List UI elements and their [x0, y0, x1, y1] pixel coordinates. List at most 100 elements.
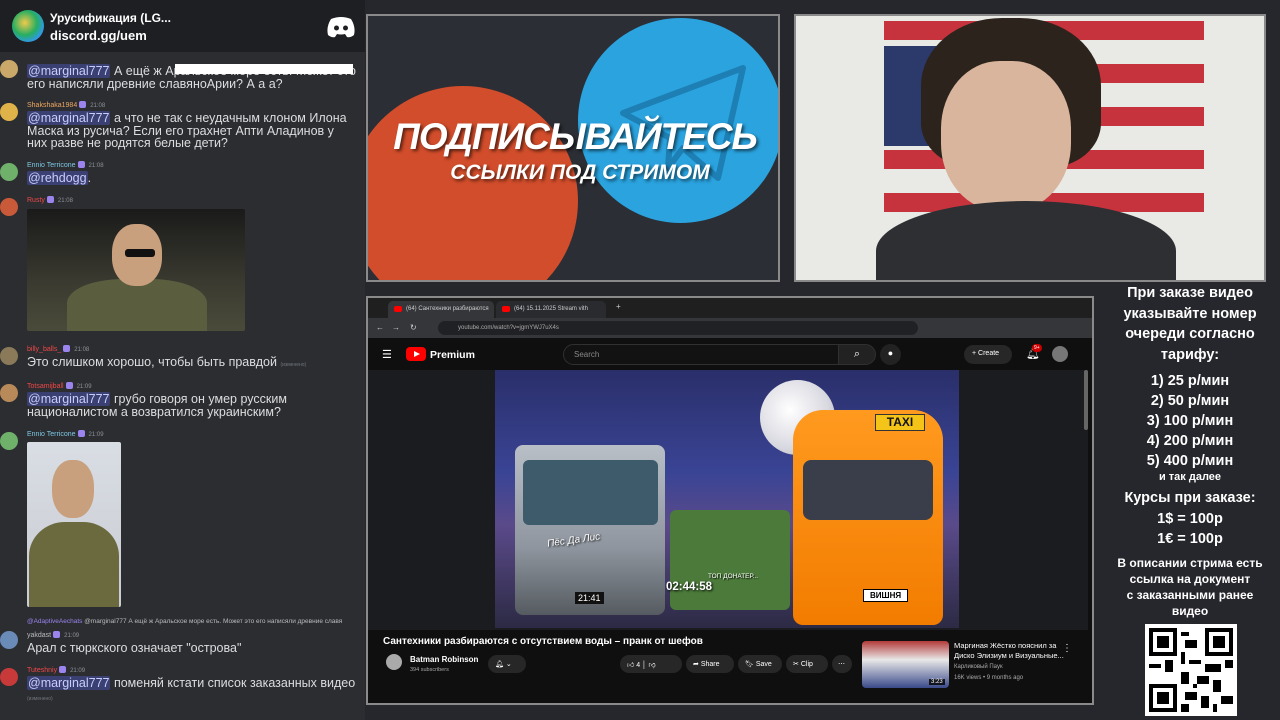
role-badge-icon: [77, 430, 85, 437]
role-badge-icon: [53, 631, 61, 638]
like-button[interactable]: 👍︎ 4 │ 👎︎: [620, 655, 682, 673]
clip-button[interactable]: ✂ Clip: [786, 655, 828, 673]
avatar: [0, 384, 18, 402]
share-button[interactable]: ➦ Share: [686, 655, 734, 673]
avatar: [0, 103, 18, 121]
person-head: [52, 460, 94, 518]
message-body: .: [87, 171, 92, 185]
video-attachment[interactable]: [27, 209, 245, 331]
browser-tab[interactable]: (64) Сантехники разбираются: [388, 301, 494, 318]
video-player[interactable]: TAXI Пёс Да Лис ТОП ДОНАТЕР... 21:41 ВИШ…: [368, 370, 1088, 630]
scrollbar[interactable]: [1084, 370, 1088, 430]
tariff-item: 1) 25 р/мин: [1150, 373, 1230, 389]
reload-icon[interactable]: ↻: [410, 323, 417, 332]
create-button[interactable]: + Create: [964, 345, 1012, 364]
channel-name[interactable]: Batman Robinson: [410, 655, 478, 664]
info-text: очереди согласно: [1125, 326, 1255, 342]
edited-label: (изменено): [27, 695, 53, 702]
browser-tab[interactable]: (64) 15.11.2025 Stream vith: [496, 301, 606, 318]
server-invite-link[interactable]: discord.gg/uem: [50, 28, 147, 43]
username[interactable]: Tuteshniy 21:09: [27, 666, 85, 674]
username[interactable]: billy_balls_ 21:08: [27, 345, 89, 353]
streamer-body: [876, 201, 1176, 280]
role-badge-icon: [77, 161, 85, 168]
info-note: В описании стрима есть: [1117, 555, 1263, 570]
thumbs-up-icon: 👍︎: [627, 662, 635, 669]
username[interactable]: Ennio Terricone 21:08: [27, 161, 104, 169]
username[interactable]: Ennio Terricone 21:09: [27, 430, 104, 438]
search-input[interactable]: Search: [563, 344, 863, 365]
avatar: [0, 631, 18, 649]
streamer-face: [941, 61, 1071, 211]
share-icon: ➦: [693, 661, 699, 668]
promo-banner: ПОДПИСЫВАЙТЕСЬ ССЫЛКИ ПОД СТРИМОМ: [366, 14, 780, 282]
forward-icon[interactable]: →: [392, 323, 400, 332]
username[interactable]: Totsamijball 21:09: [27, 382, 92, 390]
username[interactable]: Shakshaka1984 21:08: [27, 101, 105, 109]
tariff-item: 3) 100 р/мин: [1146, 413, 1234, 429]
stream-layout: Урусификация (LG... discord.gg/uem @marg…: [0, 0, 1280, 720]
save-button[interactable]: 🔖︎ Save: [738, 655, 782, 673]
avatar: [0, 163, 18, 181]
jeep-shape: [670, 510, 790, 610]
browser-window: (64) Сантехники разбираются (64) 15.11.2…: [366, 296, 1094, 705]
tab-bar: (64) Сантехники разбираются (64) 15.11.2…: [368, 298, 1092, 318]
menu-icon[interactable]: ☰: [382, 348, 392, 361]
channel-avatar[interactable]: [386, 654, 402, 670]
role-badge-icon: [63, 345, 71, 352]
reply-preview[interactable]: @AdaptiveAechats @marginal777 А ещё ж Ар…: [27, 618, 342, 625]
timestamp: 21:08: [88, 163, 104, 169]
server-icon[interactable]: [12, 10, 44, 42]
url-field[interactable]: youtube.com/watch?v=jgmYWJ7uX4s: [438, 321, 918, 335]
chat-header: Урусификация (LG... discord.gg/uem: [0, 0, 365, 52]
youtube-logo-icon[interactable]: [406, 347, 426, 361]
message-text: Арал с тюркского означает "острова": [27, 642, 357, 655]
avatar: [0, 347, 18, 365]
back-icon[interactable]: ←: [376, 323, 384, 332]
related-video-channel: Карликовый Паук: [954, 664, 1003, 670]
message-text: @marginal777 поменяй кстати список заказ…: [27, 676, 357, 705]
related-video-title[interactable]: Маргиная Жёстко пояснил за Диско Элизиум…: [954, 641, 1064, 661]
van-window: [803, 460, 933, 520]
username[interactable]: Rusty 21:08: [27, 196, 73, 204]
account-avatar[interactable]: [1052, 346, 1068, 362]
mic-icon[interactable]: ●: [880, 344, 901, 365]
related-video-duration: 3:23: [929, 679, 945, 685]
more-actions-button[interactable]: ⋯: [832, 655, 852, 673]
tariff-item: 4) 200 р/мин: [1146, 433, 1234, 449]
notification-badge: 9+: [1032, 344, 1042, 352]
youtube-icon: [502, 306, 510, 312]
streamer-webcam: [794, 14, 1266, 282]
timestamp: 21:09: [64, 633, 80, 639]
avatar: [0, 432, 18, 450]
address-bar: ← → ↻ youtube.com/watch?v=jgmYWJ7uX4s: [368, 318, 1092, 338]
discord-icon: [327, 17, 355, 38]
tariff-item: 5) 400 р/мин: [1146, 453, 1234, 469]
info-note: видео: [1171, 603, 1209, 618]
person-body: [67, 279, 207, 331]
youtube-brand[interactable]: Premium: [430, 349, 475, 361]
promo-subtitle: ССЫЛКИ ПОД СТРИМОМ: [450, 161, 710, 184]
rate-item: 1$ = 100р: [1157, 510, 1223, 527]
channel-subscribers: 394 subscribers: [410, 667, 449, 673]
video-title: Сантехники разбираются с отсутствием вод…: [383, 636, 703, 647]
redaction-bar: [175, 64, 353, 74]
role-badge-icon: [46, 196, 54, 203]
video-attachment[interactable]: [27, 442, 121, 607]
tariff-more: и так далее: [1158, 471, 1222, 483]
new-tab-icon[interactable]: +: [616, 302, 621, 311]
video-frame[interactable]: TAXI Пёс Да Лис ТОП ДОНАТЕР... 21:41 ВИШ…: [495, 370, 959, 628]
message-text: @marginal777 грубо говоря он умер русски…: [27, 392, 357, 418]
info-text: тарифу:: [1160, 346, 1220, 363]
user-mention[interactable]: @marginal777: [27, 676, 111, 690]
message-body: Арал с тюркского означает "острова": [27, 641, 242, 655]
timestamp: 21:09: [88, 432, 104, 438]
subscribe-bell-button[interactable]: 🔔︎ ⌄: [488, 655, 526, 673]
user-mention[interactable]: @rehdogg: [27, 171, 88, 185]
license-plate: ВИШНЯ: [863, 589, 909, 602]
related-video-meta: 16K views • 9 months ago: [954, 675, 1024, 681]
rates-title: Курсы при заказе:: [1124, 490, 1256, 506]
username[interactable]: yakdast 21:09: [27, 631, 79, 639]
more-vert-icon[interactable]: ⋮: [1062, 643, 1072, 654]
search-icon[interactable]: ⌕: [838, 344, 876, 365]
